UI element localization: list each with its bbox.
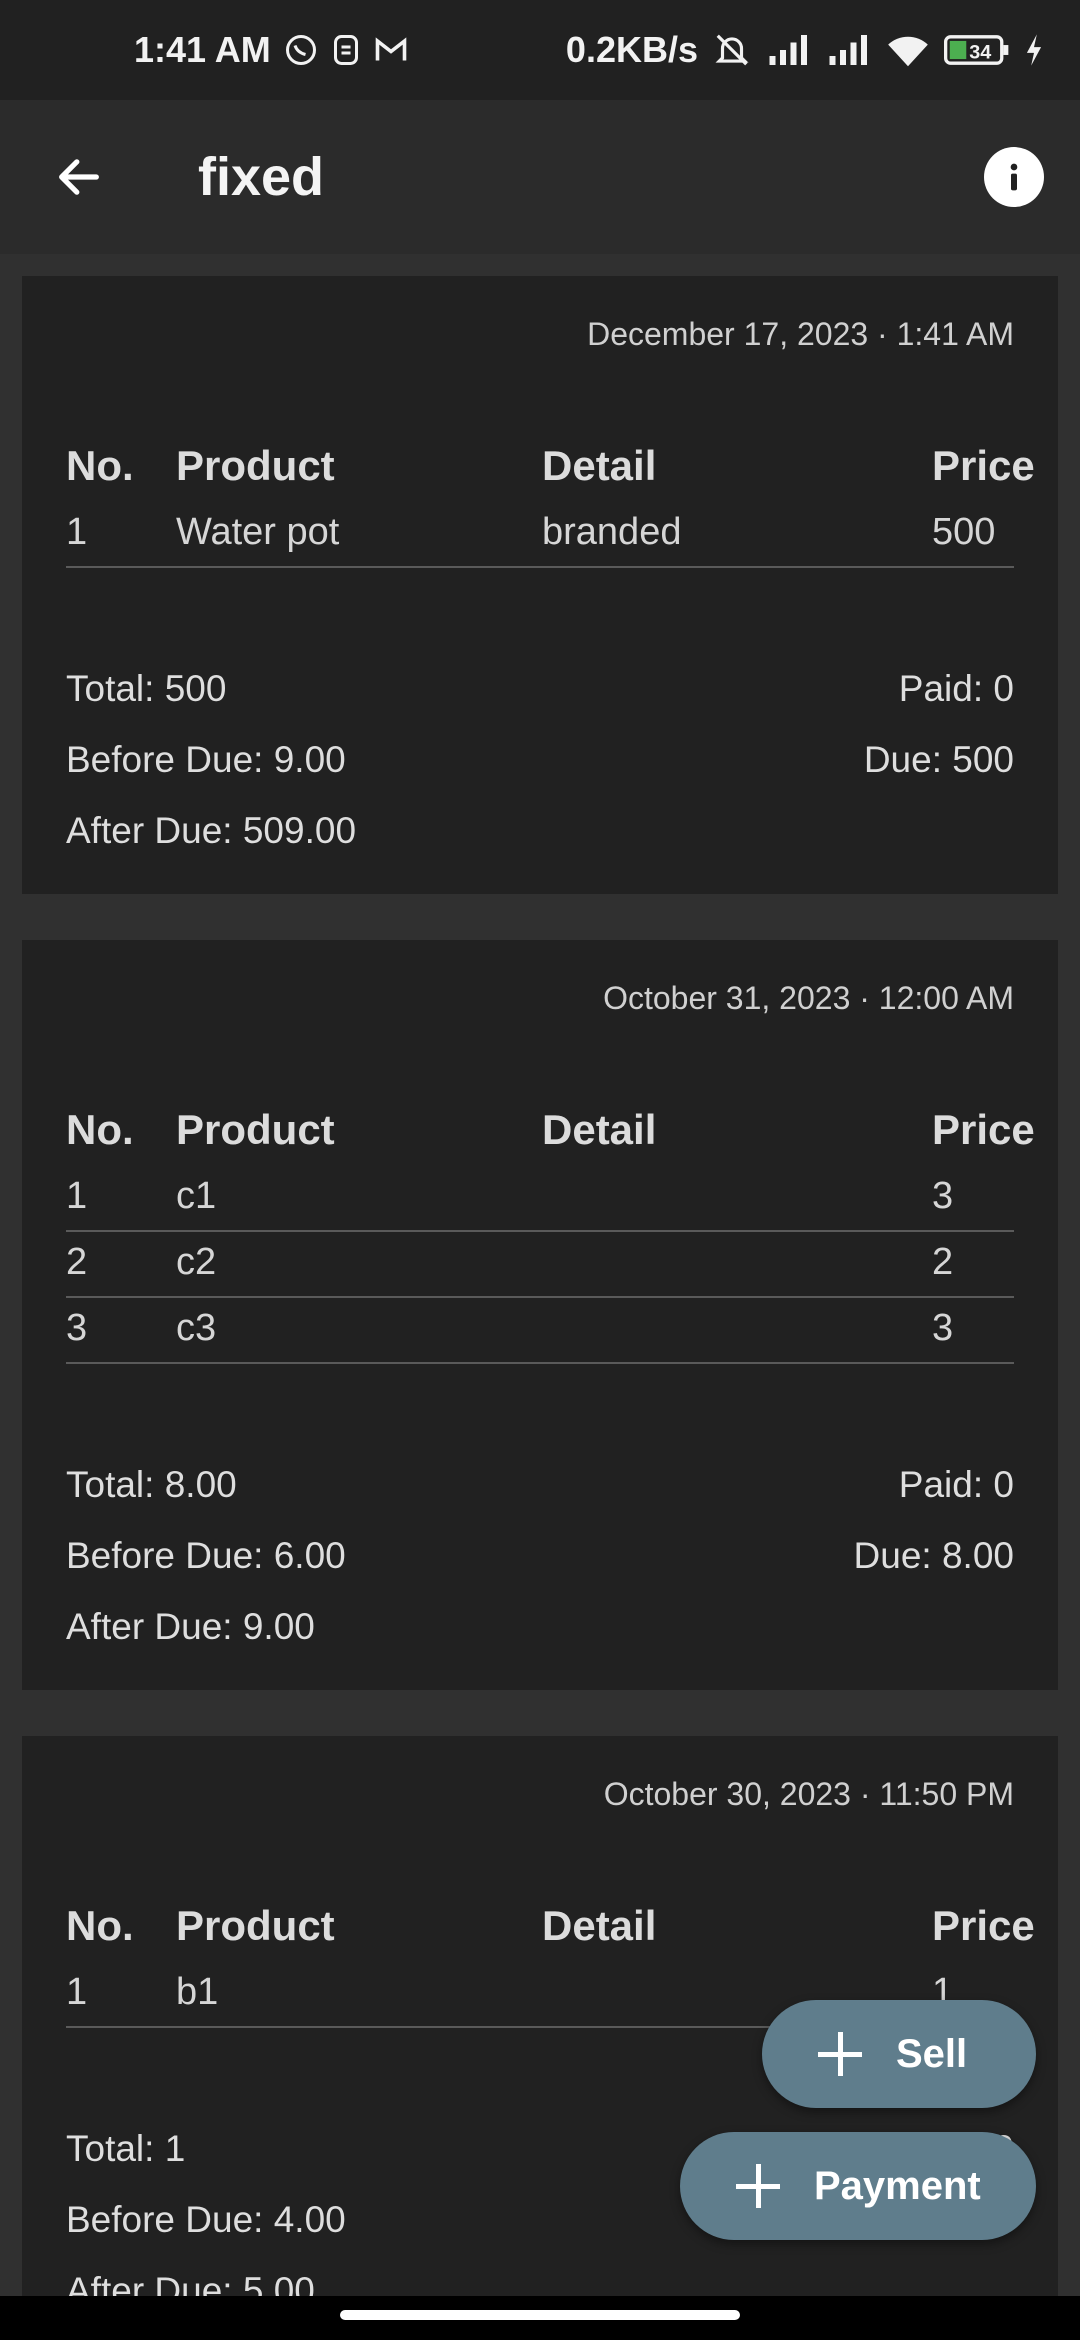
info-button[interactable] (984, 147, 1044, 207)
battery-level: 34 (969, 41, 991, 63)
table-header: No. Product Detail Price (66, 1080, 1035, 1166)
header-no: No. (66, 1902, 134, 1949)
items-table: No. Product Detail Price 1 Water pot bra… (66, 416, 1035, 568)
signal-icon (826, 32, 872, 68)
total-text: Total: 8.00 (66, 1464, 237, 1505)
cell-product: c1 (176, 1175, 217, 1217)
table-row: 2 c2 2 (66, 1232, 1014, 1298)
table-row: 1 c1 3 (66, 1166, 1014, 1232)
plus-icon (736, 2164, 780, 2208)
after-due-text: After Due: 509.00 (66, 810, 357, 851)
cell-product: c2 (176, 1241, 217, 1283)
due-text: Due: 500 (863, 739, 1014, 780)
sell-label: Sell (896, 2031, 968, 2076)
items-table: No. Product Detail Price 1 c1 3 2 c2 2 3… (66, 1080, 1035, 1364)
home-indicator[interactable] (340, 2310, 740, 2320)
total-value: 500 (164, 668, 227, 709)
plus-icon (818, 2032, 862, 2076)
sell-button[interactable]: Sell (762, 2000, 1036, 2108)
after-due-value: 509.00 (242, 810, 357, 851)
cell-product: Water pot (176, 511, 340, 553)
due-value: 8.00 (941, 1535, 1014, 1576)
table-row: 3 c3 3 (66, 1298, 1014, 1364)
total-text: Total: 500 (66, 668, 227, 709)
status-bar: 1:41 AM 0.2KB/s 34 (0, 0, 1080, 100)
page-title: fixed (198, 147, 325, 207)
paid-text: Paid: 0 (898, 668, 1014, 709)
header-no: No. (66, 442, 134, 489)
cell-price: 3 (932, 1307, 954, 1349)
mute-icon (712, 31, 752, 69)
paid-value: 0 (993, 668, 1014, 709)
whatsapp-icon (283, 32, 319, 68)
navigation-bar (0, 2296, 1080, 2340)
before-due-text: Before Due: 6.00 (66, 1535, 346, 1576)
header-detail: Detail (542, 1106, 657, 1153)
invoice-list[interactable]: December 17, 2023 · 1:41 AM No. Product … (0, 254, 1080, 2296)
cell-no: 3 (66, 1307, 88, 1349)
due-text: Due: 8.00 (853, 1535, 1014, 1576)
network-speed: 0.2KB/s (565, 29, 698, 70)
total-value: 1 (164, 2128, 186, 2169)
payment-label: Payment (814, 2163, 981, 2208)
cell-no: 1 (66, 1175, 88, 1217)
app-bar: fixed (0, 100, 1080, 254)
payment-button[interactable]: Payment (680, 2132, 1036, 2240)
header-detail: Detail (542, 1902, 657, 1949)
cell-detail: branded (542, 511, 682, 553)
header-price: Price (932, 1902, 1035, 1949)
header-no: No. (66, 1106, 134, 1153)
invoice-date: October 31, 2023 · 12:00 AM (603, 980, 1014, 1016)
invoice-date: December 17, 2023 · 1:41 AM (587, 316, 1014, 352)
paid-text: Paid: 0 (898, 1464, 1014, 1505)
before-due-value: 9.00 (273, 739, 346, 780)
table-row: 1 Water pot branded 500 (66, 502, 1014, 568)
cell-product: c3 (176, 1307, 217, 1349)
cell-no: 1 (66, 511, 88, 553)
header-price: Price (932, 442, 1035, 489)
gmail-icon (373, 35, 409, 65)
cell-product: b1 (176, 1971, 219, 2013)
total-value: 8.00 (164, 1464, 237, 1505)
cell-no: 1 (66, 1971, 88, 2013)
back-button[interactable] (44, 142, 114, 212)
wifi-icon (886, 32, 930, 68)
table-header: No. Product Detail Price (66, 1876, 1035, 1962)
cell-price: 500 (932, 511, 996, 553)
cell-price: 2 (932, 1241, 954, 1283)
invoice-date: October 30, 2023 · 11:50 PM (603, 1776, 1014, 1812)
after-due-text: After Due: 5.00 (66, 2270, 315, 2296)
invoice-card[interactable]: December 17, 2023 · 1:41 AM No. Product … (22, 276, 1058, 894)
charging-icon (1024, 33, 1044, 67)
before-due-text: Before Due: 4.00 (66, 2199, 346, 2240)
after-due-value: 9.00 (242, 1606, 315, 1647)
invoice-card[interactable]: October 31, 2023 · 12:00 AM No. Product … (22, 940, 1058, 1690)
total-text: Total: 1 (66, 2128, 186, 2169)
cell-price: 3 (932, 1175, 954, 1217)
cell-no: 2 (66, 1241, 88, 1283)
header-price: Price (932, 1106, 1035, 1153)
header-product: Product (176, 442, 335, 489)
table-header: No. Product Detail Price (66, 416, 1035, 502)
signal-icon (766, 32, 812, 68)
before-due-value: 6.00 (273, 1535, 346, 1576)
after-due-text: After Due: 9.00 (66, 1606, 315, 1647)
arrow-left-icon (59, 159, 99, 195)
paid-value: 0 (993, 1464, 1014, 1505)
header-product: Product (176, 1106, 335, 1153)
header-detail: Detail (542, 442, 657, 489)
after-due-value: 5.00 (242, 2270, 315, 2296)
before-due-text: Before Due: 9.00 (66, 739, 346, 780)
due-value: 500 (952, 739, 1014, 780)
before-due-value: 4.00 (273, 2199, 346, 2240)
notification-icon (331, 32, 361, 68)
info-icon (1010, 163, 1018, 191)
battery-icon: 34 (944, 33, 1010, 67)
status-time: 1:41 AM (134, 29, 271, 70)
header-product: Product (176, 1902, 335, 1949)
